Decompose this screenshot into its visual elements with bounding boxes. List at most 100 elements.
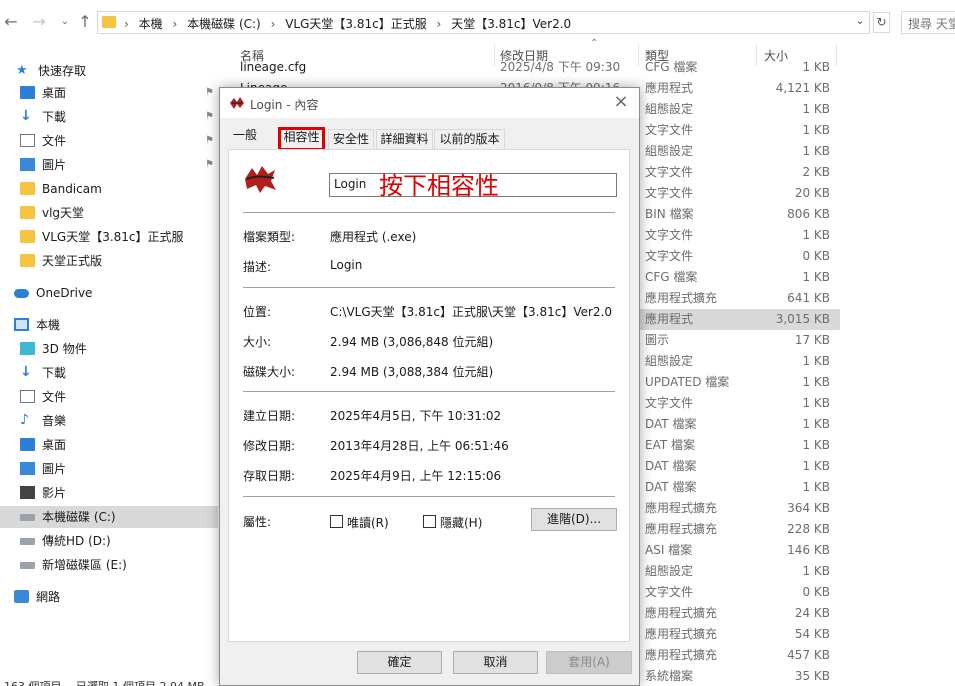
divider (243, 496, 615, 497)
breadcrumb-item[interactable]: 天堂【3.81c】Ver2.0 (451, 17, 571, 31)
file-type: 系統檔案 (645, 669, 694, 683)
file-size: 0 KB (802, 249, 830, 263)
sidebar-item[interactable]: 本機 (0, 314, 218, 336)
sidebar-item[interactable]: ★ 快速存取 (0, 60, 218, 82)
file-size: 1 KB (802, 375, 830, 389)
sidebar-item-label: OneDrive (36, 286, 93, 300)
advanced-button[interactable]: 進階(D)... (531, 508, 617, 531)
sidebar-item-label: 下載 (42, 366, 67, 380)
apply-button[interactable]: 套用(A) (546, 651, 632, 674)
folder-icon (20, 254, 35, 267)
tab-previous-versions[interactable]: 以前的版本 (434, 129, 505, 150)
sidebar-item[interactable]: 桌面 ⚑ (0, 82, 218, 104)
file-size: 20 KB (794, 186, 830, 200)
location-label: 位置: (243, 305, 272, 319)
file-size: 1 KB (802, 459, 830, 473)
tab-general[interactable]: 一般 (228, 126, 262, 150)
sidebar-item[interactable]: 文件 (0, 386, 218, 408)
file-size: 1 KB (802, 270, 830, 284)
sidebar-item[interactable]: 文件 ⚑ (0, 130, 218, 152)
sidebar-item[interactable]: 傳統HD (D:) (0, 530, 218, 552)
recent-chevron-icon[interactable]: ⌄ (56, 12, 74, 32)
pin-icon: ⚑ (205, 159, 214, 170)
sidebar-item[interactable]: 圖片 (0, 458, 218, 480)
file-size: 1 KB (802, 228, 830, 242)
status-bar: 163 個項目 已選取 1 個項目 2.94 MB (4, 678, 205, 686)
sidebar-item[interactable]: 3D 物件 (0, 338, 218, 360)
sidebar-item-label: vlg天堂 (42, 206, 85, 220)
sidebar-item[interactable]: 桌面 (0, 434, 218, 456)
divider (243, 287, 615, 288)
file-size: 1 KB (802, 123, 830, 137)
back-arrow-icon[interactable]: ← (2, 12, 20, 32)
sidebar-item[interactable]: VLG天堂【3.81c】正式服 (0, 226, 218, 248)
breadcrumb-item[interactable]: 本機磁碟 (C:) (187, 17, 261, 31)
divider (243, 391, 615, 392)
cancel-button[interactable]: 取消 (453, 651, 538, 674)
ok-button[interactable]: 確定 (357, 651, 442, 674)
created-value: 2025年4月5日, 下午 10:31:02 (330, 409, 502, 423)
breadcrumb-item[interactable]: VLG天堂【3.81c】正式服 (285, 17, 427, 31)
search-input[interactable]: 搜尋 天堂 (901, 11, 955, 34)
file-size: 228 KB (787, 522, 830, 536)
sidebar-item-label: 3D 物件 (42, 342, 87, 356)
sidebar-item[interactable]: ♪ 音樂 (0, 410, 218, 432)
hidden-checkbox[interactable] (423, 515, 436, 528)
file-type: UPDATED 檔案 (645, 375, 730, 389)
file-type: 文字文件 (645, 228, 694, 242)
sidebar-item[interactable]: Bandicam (0, 178, 218, 200)
file-type: 應用程式擴充 (645, 501, 718, 515)
file-type: 文字文件 (645, 396, 694, 410)
star-icon: ★ (16, 63, 28, 78)
file-type: 文字文件 (645, 585, 694, 599)
sidebar-item[interactable]: 網路 (0, 586, 218, 608)
sidebar-item-label: 本機磁碟 (C:) (42, 510, 116, 524)
close-icon[interactable]: × (611, 92, 631, 112)
breadcrumb-item[interactable]: 本機 (139, 17, 163, 31)
sidebar-item[interactable]: ↓ 下載 ⚑ (0, 106, 218, 128)
file-type: 應用程式 (645, 312, 694, 326)
file-size: 1 KB (802, 102, 830, 116)
file-size: 1 KB (802, 396, 830, 410)
download-icon: ↓ (20, 364, 32, 380)
file-size: 1 KB (802, 417, 830, 431)
file-type: CFG 檔案 (645, 60, 698, 74)
refresh-icon[interactable]: ↻ (873, 12, 890, 33)
file-type: DAT 檔案 (645, 459, 697, 473)
sort-ascending-icon: ⌃ (590, 38, 599, 49)
folder-icon (20, 182, 35, 195)
file-row[interactable]: lineage.cfg 2025/4/8 下午 09:30 CFG 檔案 1 KB (230, 57, 840, 78)
address-bar[interactable]: › 本機 › 本機磁碟 (C:) › VLG天堂【3.81c】正式服 › 天堂【… (97, 11, 870, 34)
document-icon (20, 134, 35, 147)
sidebar-item[interactable]: OneDrive (0, 282, 218, 304)
up-arrow-icon[interactable]: ↑ (76, 12, 94, 32)
document-icon (20, 390, 35, 403)
sidebar-item[interactable]: 新增磁碟區 (E:) (0, 554, 218, 576)
sidebar-item-label: 文件 (42, 134, 67, 148)
hidden-label[interactable]: 隱藏(H) (440, 514, 482, 531)
sidebar-item[interactable]: 圖片 ⚑ (0, 154, 218, 176)
address-toolbar: ← → ⌄ ↑ › 本機 › 本機磁碟 (C:) › VLG天堂【3.81c】正… (0, 0, 955, 46)
address-dropdown-icon[interactable]: ⌄ (853, 14, 867, 31)
forward-arrow-icon[interactable]: → (30, 12, 48, 32)
sidebar-item[interactable]: 天堂正式版 (0, 250, 218, 272)
tab-details[interactable]: 詳細資料 (376, 129, 433, 150)
dialog-title-bar[interactable]: Login - 內容 × (220, 88, 639, 118)
sidebar-item-label: VLG天堂【3.81c】正式服 (42, 230, 184, 244)
sidebar-item-label: 本機 (36, 318, 61, 332)
file-type: 應用程式擴充 (645, 606, 718, 620)
sidebar-item[interactable]: vlg天堂 (0, 202, 218, 224)
size-label: 大小: (243, 335, 272, 349)
properties-dialog: Login - 內容 × 一般 相容性 安全性 詳細資料 以前的版本 Login… (219, 87, 640, 686)
readonly-checkbox[interactable] (330, 515, 343, 528)
file-type: 應用程式擴充 (645, 291, 718, 305)
file-size: 17 KB (794, 333, 830, 347)
readonly-label[interactable]: 唯讀(R) (347, 514, 389, 531)
file-size: 24 KB (794, 606, 830, 620)
tab-compatibility[interactable]: 相容性 (278, 127, 325, 151)
sidebar-item[interactable]: ↓ 下載 (0, 362, 218, 384)
sidebar-item[interactable]: 本機磁碟 (C:) (0, 506, 218, 528)
file-size: 54 KB (794, 627, 830, 641)
sidebar-item[interactable]: 影片 (0, 482, 218, 504)
tab-security[interactable]: 安全性 (328, 129, 374, 150)
